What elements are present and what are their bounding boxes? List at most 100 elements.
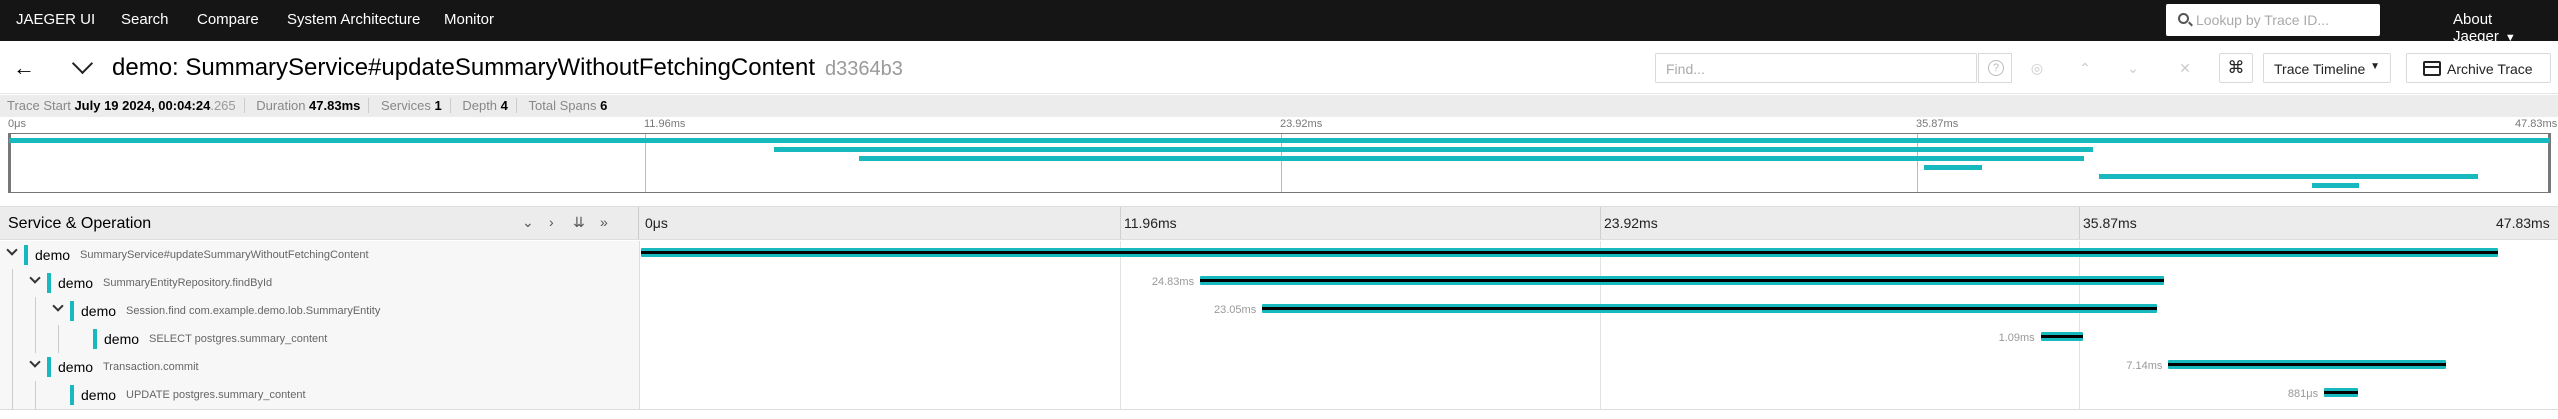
depth-label: Depth — [462, 98, 498, 113]
find-help-button[interactable]: ? — [1978, 53, 2012, 83]
span-timeline-cell[interactable]: 7.14ms — [641, 353, 2558, 381]
span-timeline-cell[interactable] — [641, 241, 2558, 269]
indent-guide — [35, 297, 36, 325]
collapse-all-icon[interactable]: ⇊ — [573, 214, 585, 231]
about-jaeger-menu[interactable]: About Jaeger ▼ — [2453, 11, 2558, 45]
locate-icon[interactable]: ◎ — [2013, 53, 2061, 83]
span-row[interactable]: demo SELECT postgres.summary_content 1.09m… — [0, 325, 2558, 353]
brand-link[interactable]: JAEGER UI — [16, 11, 95, 28]
span-bar[interactable] — [1262, 304, 2158, 313]
expand-all-icon[interactable]: » — [600, 214, 608, 230]
minimap-span-bar — [1924, 165, 1983, 170]
indent-guide — [58, 325, 59, 353]
chevron-down-icon[interactable] — [52, 302, 64, 314]
expand-one-icon[interactable]: › — [549, 214, 554, 230]
indent-guide — [12, 381, 13, 409]
minimap-span-bar — [859, 156, 2084, 161]
span-self-time — [1200, 279, 2165, 282]
nav-monitor[interactable]: Monitor — [444, 11, 494, 28]
span-name-cell[interactable]: demo SummaryService#updateSummaryWithoutF… — [0, 241, 640, 269]
trace-start-value: July 19 2024, 00:04:24 — [74, 98, 211, 113]
span-bar[interactable] — [2324, 388, 2359, 397]
span-service-name: demo — [58, 275, 94, 291]
timeline-tick: 35.87ms — [2083, 215, 2137, 231]
span-name-cell[interactable]: demo SummaryEntityRepository.findById — [0, 269, 640, 297]
service-operation-header: Service & Operation — [8, 215, 152, 232]
timeline-grid-line — [2079, 353, 2080, 381]
indent-guide — [12, 297, 13, 325]
span-bar[interactable] — [2040, 332, 2083, 341]
timeline-grid-line — [1600, 381, 1601, 409]
clear-search-icon[interactable]: ✕ — [2161, 53, 2209, 83]
chevron-down-icon[interactable] — [29, 274, 41, 286]
span-bar[interactable] — [641, 248, 2498, 257]
archive-icon — [2423, 61, 2441, 76]
chevron-down-icon[interactable] — [70, 54, 96, 80]
minimap-ticks: 0μs 11.96ms 23.92ms 35.87ms 47.83ms — [0, 118, 2558, 132]
trace-name: demo: SummaryService#updateSummaryWithou… — [112, 54, 815, 81]
find-input[interactable]: Find... — [1655, 53, 1977, 83]
span-row[interactable]: demo Session.find com.example.demo.lob.Su… — [0, 297, 2558, 325]
span-name-cell[interactable]: demo Session.find com.example.demo.lob.Su… — [0, 297, 640, 325]
span-operation-name: SummaryService#updateSummaryWithoutFetch… — [80, 249, 369, 261]
total-spans-value: 6 — [600, 98, 608, 113]
archive-trace-button[interactable]: Archive Trace — [2406, 53, 2551, 83]
nav-compare[interactable]: Compare — [197, 11, 259, 28]
view-select[interactable]: Trace Timeline ▼ — [2263, 53, 2391, 83]
minimap-tick: 35.87ms — [1916, 118, 1959, 130]
span-bar[interactable] — [1200, 276, 2165, 285]
services-label: Services — [381, 98, 431, 113]
trace-start-ms: .265 — [210, 98, 236, 113]
search-icon — [2178, 13, 2189, 24]
chevron-down-icon[interactable] — [6, 246, 18, 258]
timeline-grid-line — [1120, 207, 1121, 239]
indent-guide — [12, 269, 13, 297]
timeline-grid-line — [1120, 297, 1121, 325]
minimap-tick: 0μs — [8, 118, 26, 130]
indent-guide — [12, 325, 13, 353]
archive-label: Archive Trace — [2447, 61, 2533, 77]
timeline-tick: 11.96ms — [1124, 215, 1177, 231]
span-operation-name: Session.find com.example.demo.lob.Summar… — [126, 305, 381, 317]
minimap-span-bar — [774, 147, 2094, 152]
nav-search[interactable]: Search — [121, 11, 169, 28]
trace-start-label: Trace Start — [7, 98, 71, 113]
span-name-cell[interactable]: demo Transaction.commit — [0, 353, 640, 381]
trace-meta-row: Trace Start July 19 2024, 00:04:24.265 D… — [0, 95, 2558, 117]
span-name-cell[interactable]: demo SELECT postgres.summary_content — [0, 325, 640, 353]
service-color-marker — [70, 301, 74, 321]
collapse-one-icon[interactable]: ⌄ — [522, 214, 534, 231]
timeline-grid-line — [1120, 269, 1121, 297]
trace-minimap[interactable] — [8, 133, 2551, 193]
nav-system-architecture[interactable]: System Architecture — [287, 11, 420, 28]
timeline-grid-line — [1600, 353, 1601, 381]
about-label: About Jaeger — [2453, 11, 2499, 45]
span-row[interactable]: demo SummaryEntityRepository.findById 24.8… — [0, 269, 2558, 297]
span-name-cell[interactable]: demo UPDATE postgres.summary_content — [0, 381, 640, 409]
span-row[interactable]: demo UPDATE postgres.summary_content 881μs — [0, 381, 2558, 409]
keyboard-shortcuts-icon[interactable]: ⌘ — [2219, 53, 2253, 83]
span-timeline-cell[interactable]: 1.09ms — [641, 325, 2558, 353]
timeline-grid-line — [1120, 325, 1121, 353]
timeline-grid-line — [1600, 325, 1601, 353]
span-service-name: demo — [104, 331, 140, 347]
span-timeline-cell[interactable]: 23.05ms — [641, 297, 2558, 325]
span-operation-name: UPDATE postgres.summary_content — [126, 389, 306, 401]
minimap-span-bar — [2311, 183, 2359, 188]
span-bar[interactable] — [2168, 360, 2446, 369]
span-timeline-cell[interactable]: 24.83ms — [641, 269, 2558, 297]
span-row[interactable]: demo SummaryService#updateSummaryWithoutF… — [0, 241, 2558, 269]
services: Services 1 — [381, 98, 451, 113]
back-arrow-icon[interactable]: ← — [12, 56, 36, 80]
prev-match-icon[interactable]: ⌃ — [2061, 53, 2109, 83]
trace-id-lookup-input[interactable]: Lookup by Trace ID... — [2166, 4, 2380, 36]
next-match-icon[interactable]: ⌄ — [2109, 53, 2157, 83]
timeline-grid-line — [2079, 207, 2080, 239]
span-service-name: demo — [81, 387, 117, 403]
duration-value: 47.83ms — [309, 98, 361, 113]
service-color-marker — [47, 273, 51, 293]
column-splitter[interactable] — [638, 207, 639, 239]
span-row[interactable]: demo Transaction.commit 7.14ms — [0, 353, 2558, 381]
chevron-down-icon[interactable] — [29, 358, 41, 370]
span-timeline-cell[interactable]: 881μs — [641, 381, 2558, 409]
